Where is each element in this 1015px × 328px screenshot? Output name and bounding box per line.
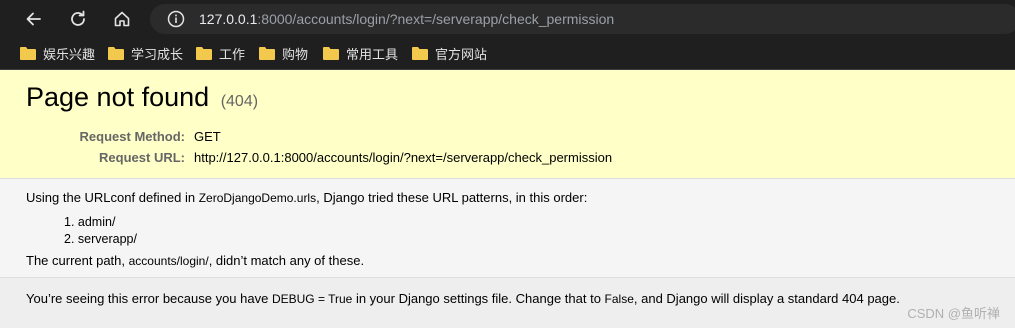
folder-icon [196, 47, 212, 60]
debug-explanation: You’re seeing this error because you hav… [0, 278, 1015, 328]
back-button[interactable] [19, 4, 49, 34]
page-title: Page not found (404) [26, 82, 258, 113]
bookmark-label: 常用工具 [346, 46, 399, 62]
bookmark-label: 学习成长 [131, 46, 184, 62]
urlconf-info: Using the URLconf defined in ZeroDjangoD… [0, 179, 1015, 278]
folder-icon [108, 47, 124, 60]
info-icon[interactable] [167, 10, 185, 28]
request-method-row: Request Method: GET [0, 129, 1015, 149]
request-url-row: Request URL: http://127.0.0.1:8000/accou… [0, 150, 1015, 170]
bookmark-folder-work[interactable]: 工作 [196, 43, 245, 63]
debug-suffix: , and Django will display a standard 404… [633, 291, 900, 306]
url-pattern-list: 1. admin/ 2. serverapp/ [64, 214, 137, 248]
status-code: (404) [220, 93, 259, 110]
request-url-value: http://127.0.0.1:8000/accounts/login/?ne… [194, 150, 613, 165]
address-bar[interactable]: 127.0.0.1:8000/accounts/login/?next=/ser… [150, 4, 1015, 34]
debug-setting: DEBUG = True [271, 292, 353, 306]
bookmarks-bar: 娱乐兴趣 学习成长 工作 购物 常用工具 官方网站 [0, 38, 1015, 70]
debug-false: False [604, 292, 634, 306]
reload-button[interactable] [63, 4, 93, 34]
bookmark-folder-tools[interactable]: 常用工具 [323, 43, 398, 63]
bookmark-folder-shopping[interactable]: 购物 [259, 43, 308, 63]
current-path-suffix: , didn’t match any of these. [208, 253, 365, 268]
url-path: :8000/accounts/login/?next=/serverapp/ch… [257, 11, 615, 27]
bookmark-label: 工作 [219, 46, 246, 62]
browser-toolbar: 127.0.0.1:8000/accounts/login/?next=/ser… [0, 0, 1015, 38]
url-pattern-item: 1. admin/ [64, 215, 116, 229]
debug-sentence: You’re seeing this error because you hav… [26, 291, 900, 306]
folder-icon [323, 47, 339, 60]
request-url-label: Request URL: [99, 150, 185, 165]
watermark: CSDN @鱼听禅 [907, 306, 1000, 321]
bookmark-folder-official[interactable]: 官方网站 [412, 43, 487, 63]
home-button[interactable] [107, 4, 137, 34]
reload-icon [71, 10, 85, 26]
urlconf-prefix: Using the URLconf defined in [26, 190, 199, 205]
bookmark-label: 购物 [282, 46, 309, 62]
folder-icon [412, 47, 428, 60]
debug-prefix: You’re seeing this error because you hav… [26, 291, 272, 306]
current-path-prefix: The current path, [26, 253, 129, 268]
bookmark-folder-learning[interactable]: 学习成长 [108, 43, 183, 63]
error-summary: Page not found (404) Request Method: GET… [0, 70, 1015, 179]
current-path: accounts/login/ [128, 254, 209, 268]
url-pattern-item: 2. serverapp/ [64, 232, 137, 246]
home-icon [114, 11, 130, 27]
request-method-label: Request Method: [79, 129, 185, 144]
request-method-value: GET [194, 129, 221, 144]
urlconf-name: ZeroDjangoDemo.urls [198, 191, 317, 205]
url-host: 127.0.0.1 [199, 11, 258, 27]
current-path-sentence: The current path, accounts/login/, didn’… [26, 253, 364, 268]
bookmark-label: 娱乐兴趣 [43, 46, 96, 62]
urlconf-sentence: Using the URLconf defined in ZeroDjangoD… [26, 190, 587, 205]
urlconf-suffix: , Django tried these URL patterns, in th… [316, 190, 588, 205]
url-text[interactable]: 127.0.0.1:8000/accounts/login/?next=/ser… [199, 4, 614, 34]
folder-icon [259, 47, 275, 60]
bookmark-label: 官方网站 [435, 46, 488, 62]
folder-icon [20, 47, 36, 60]
debug-middle: in your Django settings file. Change tha… [352, 291, 605, 306]
page-title-text: Page not found [26, 82, 210, 112]
bookmark-folder-entertainment[interactable]: 娱乐兴趣 [20, 43, 95, 63]
arrow-left-icon [26, 12, 41, 26]
